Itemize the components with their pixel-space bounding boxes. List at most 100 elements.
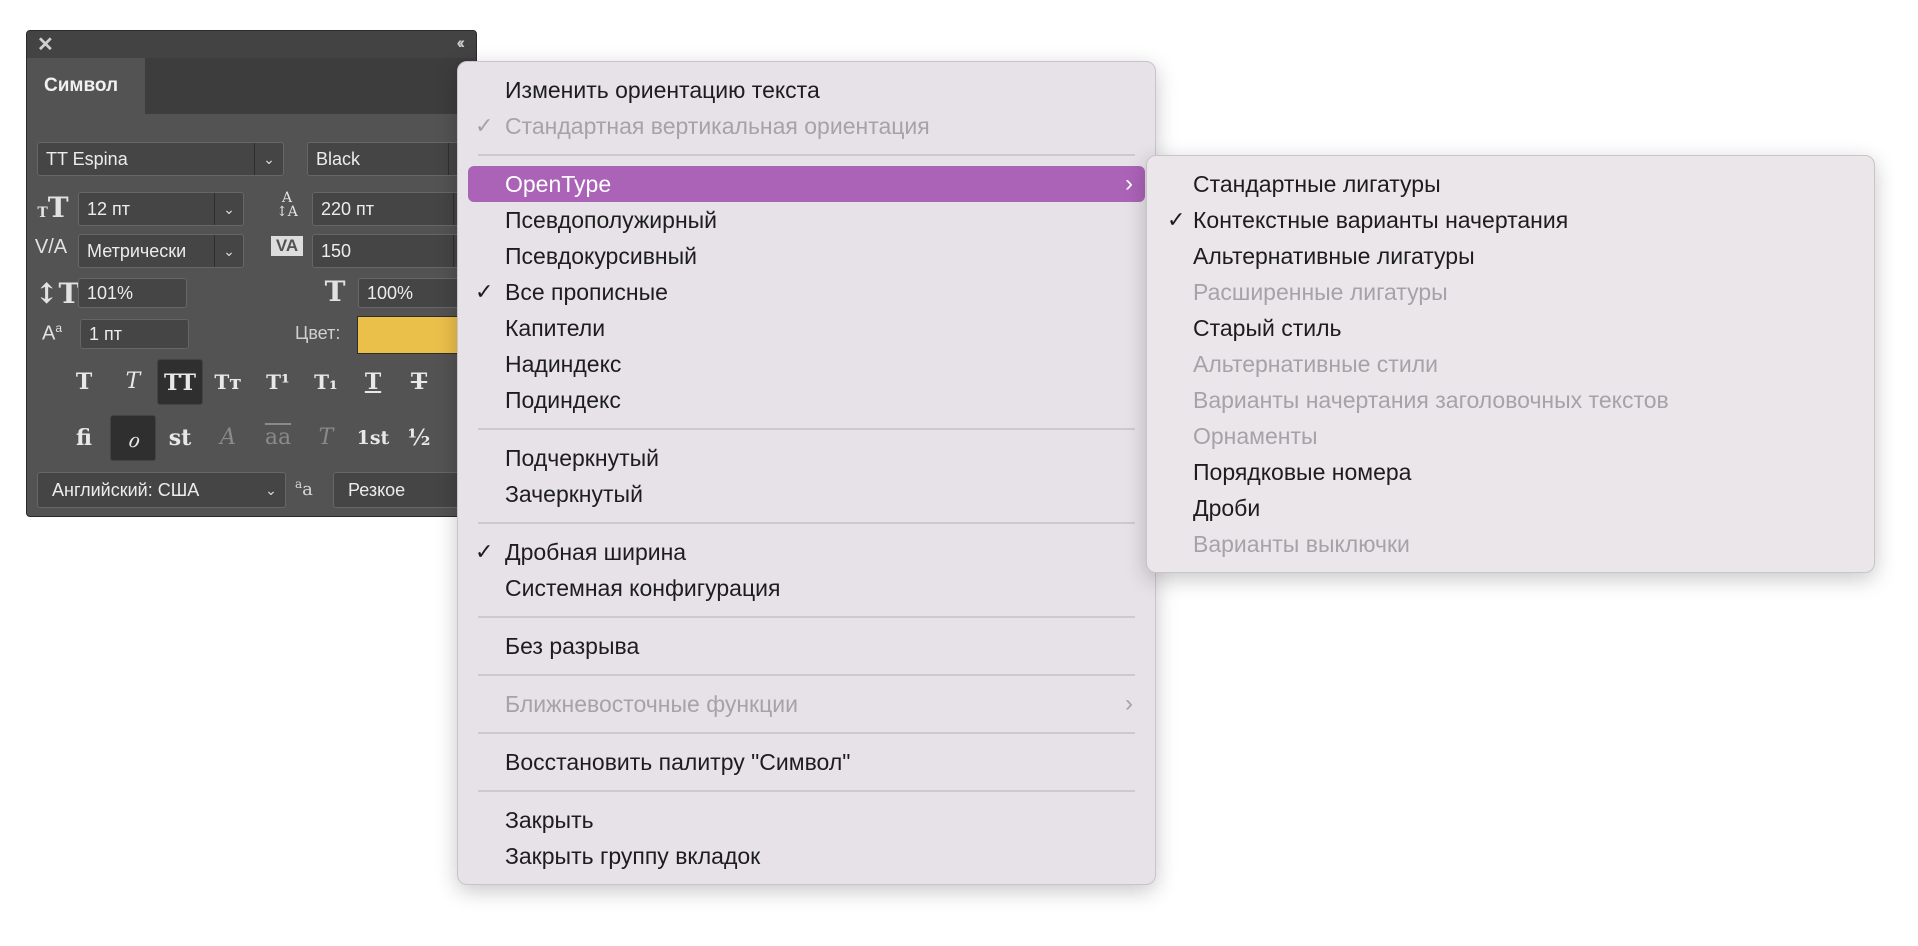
language-select[interactable]: Английский: США ⌄ [37,472,286,508]
menu-item-системная-конфигурация[interactable]: Системная конфигурация [458,570,1155,606]
tab-character[interactable]: Символ [27,58,145,114]
menu-item-все-прописные[interactable]: ✓ Все прописные [458,274,1155,310]
menu-item-стандартные-лигатуры[interactable]: Стандартные лигатуры [1147,166,1874,202]
menu-separator [478,154,1135,156]
menu-item-орнаменты: Орнаменты [1147,418,1874,454]
leading-input[interactable]: 220 пт⌄ [312,192,476,226]
fractions-button[interactable]: ½ [396,415,442,461]
panel-flyout-menu: Изменить ориентацию текста ✓ Стандартная в… [457,61,1156,885]
font-style-value: Black [316,149,361,169]
menu-item-старый-стиль[interactable]: Старый стиль [1147,310,1874,346]
color-label: Цвет: [295,323,341,343]
checkmark-icon: ✓ [1167,207,1186,232]
baseline-shift-icon: Aa [41,321,63,345]
menu-item-label: Альтернативные лигатуры [1193,243,1475,269]
discretionary-ligatures-button[interactable]: st [157,415,203,461]
menu-item-изменить-ориентацию-текста[interactable]: Изменить ориентацию текста [458,72,1155,108]
faux-bold-button[interactable]: T [61,359,107,405]
strikethrough-button[interactable]: T [396,359,442,405]
font-family-select[interactable]: TT Espina ⌄ [37,142,284,176]
menu-item-label: Подиндекс [505,387,621,413]
swash-button[interactable]: A [205,415,251,461]
menu-item-закрыть[interactable]: Закрыть [458,802,1155,838]
standard-ligatures-button[interactable]: fi [61,415,107,461]
menu-item-label: Варианты выключки [1193,531,1410,557]
menu-item-label: Подчеркнутый [505,445,659,471]
kerning-select[interactable]: Метрически ⌄ [78,234,244,268]
kerning-icon: V/A [34,236,68,258]
menu-item-label: Без разрыва [505,633,640,659]
menu-separator [478,674,1135,676]
menu-item-дроби[interactable]: Дроби [1147,490,1874,526]
menu-item-капители[interactable]: Капители [458,310,1155,346]
font-size-value: 12 пт [87,199,131,219]
checkmark-icon: ✓ [475,113,494,138]
kerning-value: Метрически [87,241,187,261]
titling-alternates-button[interactable]: T [303,415,349,461]
menu-item-альтернативные-лигатуры[interactable]: Альтернативные лигатуры [1147,238,1874,274]
small-caps-button[interactable]: Tт [205,359,251,405]
menu-item-без-разрыва[interactable]: Без разрыва [458,628,1155,664]
font-family-value: TT Espina [46,149,128,169]
menu-item-восстановить-палитру-символ[interactable]: Восстановить палитру "Символ" [458,744,1155,780]
leading-value: 220 пт [321,199,375,219]
chevron-down-icon[interactable]: ⌄ [214,235,243,267]
menu-item-label: Закрыть [505,807,594,833]
close-icon[interactable]: ✕ [37,32,54,57]
antialiasing-select[interactable]: Резкое [333,472,476,508]
menu-item-opentype[interactable]: OpenType › [468,166,1145,202]
menu-item-надиндекс[interactable]: Надиндекс [458,346,1155,382]
underline-button[interactable]: T [350,359,396,405]
menu-item-label: Контекстные варианты начертания [1193,207,1569,233]
menu-item-контекстные-варианты-начертания[interactable]: ✓ Контекстные варианты начертания [1147,202,1874,238]
menu-item-псевдокурсивный[interactable]: Псевдокурсивный [458,238,1155,274]
menu-separator [478,790,1135,792]
menu-item-label: Надиндекс [505,351,622,377]
subscript-button[interactable]: T₁ [303,359,349,405]
menu-item-зачеркнутый[interactable]: Зачеркнутый [458,476,1155,512]
leading-icon: A ↕A [276,190,298,220]
menu-item-label: Альтернативные стили [1193,351,1438,377]
menu-item-варианты-начертания-заголовочных-текстов: Варианты начертания заголовочных текстов [1147,382,1874,418]
menu-item-label: Зачеркнутый [505,481,643,507]
menu-item-label: Псевдополужирный [505,207,718,233]
all-caps-button[interactable]: TT [157,359,203,405]
tracking-input[interactable]: 150⌄ [312,234,476,268]
menu-separator [478,522,1135,524]
menu-item-порядковые-номера[interactable]: Порядковые номера [1147,454,1874,490]
tracking-icon: VA [271,236,303,256]
menu-item-псевдополужирный[interactable]: Псевдополужирный [458,202,1155,238]
menu-item-label: Дробная ширина [505,539,687,565]
vertical-scale-icon: ↕T [35,277,80,310]
menu-item-закрыть-группу-вкладок[interactable]: Закрыть группу вкладок [458,838,1155,874]
vertical-scale-input[interactable]: 101% [78,278,187,308]
menu-item-стандартная-вертикальная-ориентация: ✓ Стандартная вертикальная ориентация [458,108,1155,144]
stylistic-alternates-button[interactable]: aa [255,415,301,461]
baseline-shift-input[interactable]: 1 пт [80,319,189,349]
faux-italic-button[interactable]: T [110,359,156,405]
superscript-button[interactable]: T¹ [255,359,301,405]
menu-item-label: Стандартные лигатуры [1193,171,1441,197]
menu-item-label: Псевдокурсивный [505,243,697,269]
chevron-down-icon[interactable]: ⌄ [257,473,285,507]
contextual-alternates-button[interactable]: ℴ [110,415,156,461]
menu-item-label: Капители [505,315,606,341]
menu-item-ближневосточные-функции: Ближневосточные функции › [458,686,1155,722]
chevron-down-icon[interactable]: ⌄ [254,143,283,175]
chevron-down-icon[interactable]: ⌄ [214,193,243,225]
chevron-right-icon: › [1125,170,1133,197]
menu-item-label: Стандартная вертикальная ориентация [505,113,930,139]
menu-item-label: Ближневосточные функции [505,691,798,717]
font-style-select[interactable]: Black⌄ [307,142,476,176]
menu-item-label: Старый стиль [1193,315,1342,341]
ordinals-button[interactable]: 1st [350,415,396,461]
menu-item-дробная-ширина[interactable]: ✓ Дробная ширина [458,534,1155,570]
menu-item-подчеркнутый[interactable]: Подчеркнутый [458,440,1155,476]
collapse-icon[interactable]: ‹‹ [457,33,466,53]
menu-item-label: Системная конфигурация [505,575,781,601]
horizontal-scale-icon: T [324,275,346,308]
font-size-input[interactable]: 12 пт ⌄ [78,192,244,226]
menu-item-подиндекс[interactable]: Подиндекс [458,382,1155,418]
menu-item-label: Расширенные лигатуры [1193,279,1448,305]
menu-item-label: Варианты начертания заголовочных текстов [1193,387,1669,413]
